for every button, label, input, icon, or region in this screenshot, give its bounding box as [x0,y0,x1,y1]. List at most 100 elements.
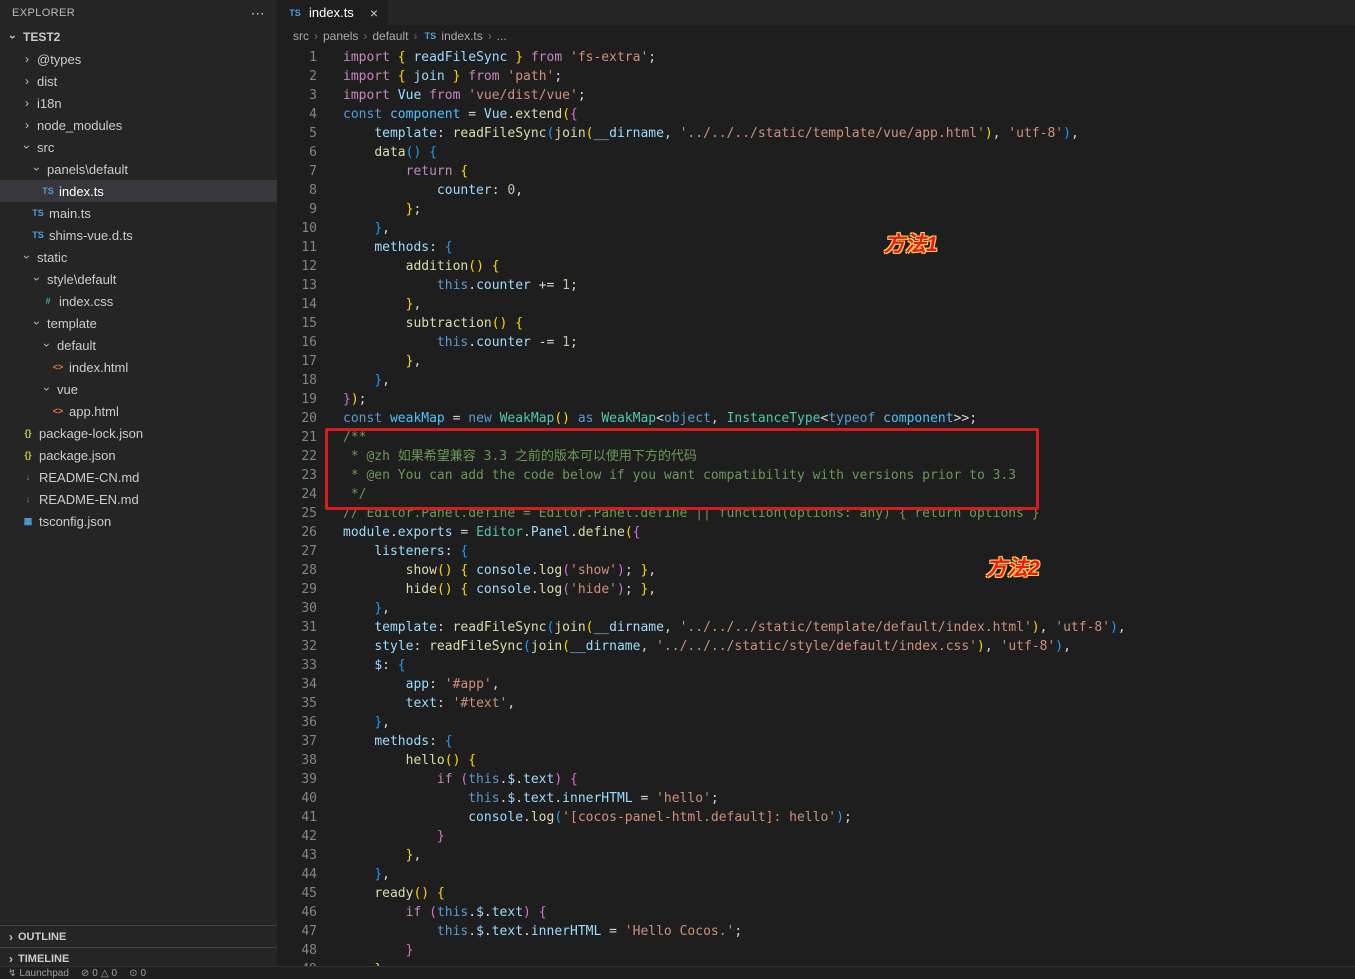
code-line-11[interactable]: 11 methods: { [277,238,1355,257]
line-content: ready() { [374,886,445,901]
status-ports[interactable]: ⊙ 0 [129,968,146,979]
breadcrumb: src › panels › default › TS index.ts ›... [277,25,1355,47]
line-number: 24 [301,487,317,502]
explorer-title: EXPLORER [12,7,76,19]
code-line-14[interactable]: 14 }, [277,295,1355,314]
tree-item-template[interactable]: › template [0,312,277,334]
code-line-2[interactable]: 2 import { join } from 'path'; [277,67,1355,86]
close-icon[interactable]: × [370,5,378,21]
tree-item-shims-vue.d.ts[interactable]: TS shims-vue.d.ts [0,224,277,246]
code-line-32[interactable]: 32 style: readFileSync(join(__dirname, '… [277,637,1355,656]
breadcrumb-item-src[interactable]: src [293,29,309,43]
breadcrumb-item-...[interactable]: ... [497,29,507,43]
line-number: 37 [301,734,317,749]
tree-item-node_modules[interactable]: › node_modules [0,114,277,136]
tab-index-ts[interactable]: TS index.ts × [277,0,388,25]
code-line-23[interactable]: 23 * @en You can add the code below if y… [277,466,1355,485]
tree-item-README-EN.md[interactable]: ↓ README-EN.md [0,488,277,510]
code-line-30[interactable]: 30 }, [277,599,1355,618]
status-launchpad[interactable]: ↯ Launchpad [8,968,69,979]
code-line-15[interactable]: 15 subtraction() { [277,314,1355,333]
code-line-4[interactable]: 4 const component = Vue.extend({ [277,105,1355,124]
code-line-13[interactable]: 13 this.counter += 1; [277,276,1355,295]
tree-item-style\default[interactable]: › style\default [0,268,277,290]
outline-section[interactable]: › OUTLINE [0,925,277,947]
code-line-9[interactable]: 9 }; [277,200,1355,219]
tree-item-README-CN.md[interactable]: ↓ README-CN.md [0,466,277,488]
code-line-27[interactable]: 27 listeners: { [277,542,1355,561]
code-line-42[interactable]: 42 } [277,827,1355,846]
code-line-28[interactable]: 28 show() { console.log('show'); }, [277,561,1355,580]
breadcrumb-separator: › [413,29,418,43]
chevron-down-icon: › [6,35,20,39]
code-line-5[interactable]: 5 template: readFileSync(join(__dirname,… [277,124,1355,143]
code-line-19[interactable]: 19}); [277,390,1355,409]
tree-item-default[interactable]: › default [0,334,277,356]
line-content: this.$.text.innerHTML = 'Hello Cocos.'; [436,924,743,939]
tree-item-index.ts[interactable]: TS index.ts [0,180,277,202]
tree-item-static[interactable]: › static [0,246,277,268]
code-line-17[interactable]: 17 }, [277,352,1355,371]
code-line-16[interactable]: 16 this.counter -= 1; [277,333,1355,352]
code-line-26[interactable]: 26 module.exports = Editor.Panel.define({ [277,523,1355,542]
code-editor[interactable]: 1 import { readFileSync } from 'fs-extra'… [277,48,1355,979]
code-line-35[interactable]: 35 text: '#text', [277,694,1355,713]
status-problems[interactable]: ⊘ 0 △ 0 [81,968,117,979]
code-line-34[interactable]: 34 app: '#app', [277,675,1355,694]
code-line-25[interactable]: 25 // Editor.Panel.define = Editor.Panel.… [277,504,1355,523]
code-line-39[interactable]: 39 if (this.$.text) { [277,770,1355,789]
tree-item-app.html[interactable]: <> app.html [0,400,277,422]
code-line-43[interactable]: 43 }, [277,846,1355,865]
code-line-45[interactable]: 45 ready() { [277,884,1355,903]
code-line-21[interactable]: 21 /** [277,428,1355,447]
tree-item-src[interactable]: › src [0,136,277,158]
code-line-22[interactable]: 22 * @zh 如果希望兼容 3.3 之前的版本可以使用下方的代码 [277,447,1355,466]
code-line-18[interactable]: 18 }, [277,371,1355,390]
line-content: methods: { [374,734,453,749]
code-line-8[interactable]: 8 counter: 0, [277,181,1355,200]
code-line-46[interactable]: 46 if (this.$.text) { [277,903,1355,922]
code-line-6[interactable]: 6 data() { [277,143,1355,162]
tree-item-package-lock.json[interactable]: {} package-lock.json [0,422,277,444]
breadcrumb-item-panels[interactable]: panels [323,29,358,43]
tree-item-package.json[interactable]: {} package.json [0,444,277,466]
breadcrumb-item-index.ts[interactable]: TS index.ts [422,29,483,43]
breadcrumb-item-default[interactable]: default [372,29,408,43]
tree-item-tsconfig.json[interactable]: ▦ tsconfig.json [0,510,277,532]
tree-item-panels\default[interactable]: › panels\default [0,158,277,180]
code-line-40[interactable]: 40 this.$.text.innerHTML = 'hello'; [277,789,1355,808]
line-content: text: '#text', [405,696,516,711]
code-line-38[interactable]: 38 hello() { [277,751,1355,770]
tree-item-i18n[interactable]: › i18n [0,92,277,114]
breadcrumb-label: panels [323,29,359,43]
code-line-12[interactable]: 12 addition() { [277,257,1355,276]
tree-item-index.css[interactable]: # index.css [0,290,277,312]
code-line-20[interactable]: 20 const weakMap = new WeakMap() as WeakM… [277,409,1355,428]
code-line-36[interactable]: 36 }, [277,713,1355,732]
tree-item-vue[interactable]: › vue [0,378,277,400]
code-line-7[interactable]: 7 return { [277,162,1355,181]
code-line-37[interactable]: 37 methods: { [277,732,1355,751]
chevron-down-icon: › [40,343,54,347]
line-content: template: readFileSync(join(__dirname, '… [374,620,1126,635]
code-line-3[interactable]: 3 import Vue from 'vue/dist/vue'; [277,86,1355,105]
code-line-41[interactable]: 41 console.log('[cocos-panel-html.defaul… [277,808,1355,827]
code-line-48[interactable]: 48 } [277,941,1355,960]
line-content: if (this.$.text) { [405,905,547,920]
more-actions-icon[interactable]: ⋯ [251,5,265,22]
code-line-1[interactable]: 1 import { readFileSync } from 'fs-extra'… [277,48,1355,67]
tree-item-main.ts[interactable]: TS main.ts [0,202,277,224]
tree-item-@types[interactable]: › @types [0,48,277,70]
code-line-31[interactable]: 31 template: readFileSync(join(__dirname… [277,618,1355,637]
code-line-47[interactable]: 47 this.$.text.innerHTML = 'Hello Cocos.… [277,922,1355,941]
code-line-33[interactable]: 33 $: { [277,656,1355,675]
line-number: 45 [301,886,317,901]
code-line-24[interactable]: 24 */ [277,485,1355,504]
code-line-44[interactable]: 44 }, [277,865,1355,884]
code-line-10[interactable]: 10 }, [277,219,1355,238]
code-line-29[interactable]: 29 hide() { console.log('hide'); }, [277,580,1355,599]
tree-item-dist[interactable]: › dist [0,70,277,92]
project-root[interactable]: › TEST2 [0,26,277,48]
line-content: app: '#app', [405,677,500,692]
tree-item-index.html[interactable]: <> index.html [0,356,277,378]
